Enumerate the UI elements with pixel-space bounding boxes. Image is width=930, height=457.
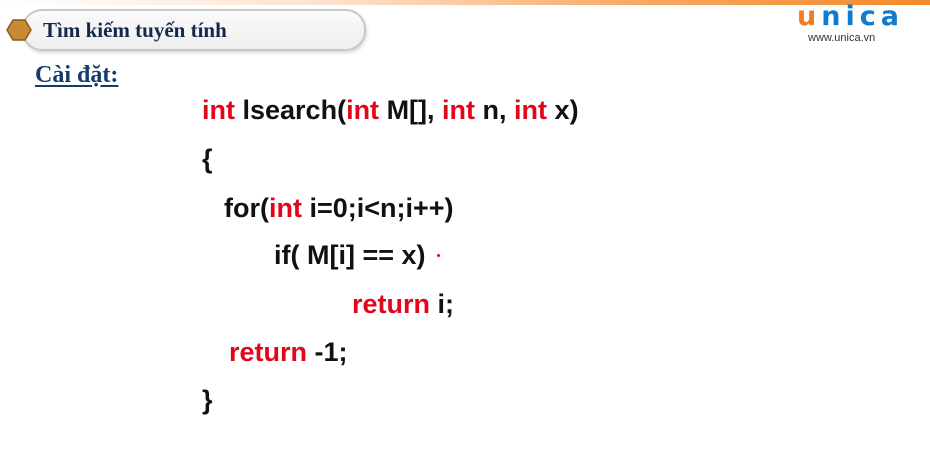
unica-logo: unica [797,1,904,32]
logo-letter-a: a [880,1,904,32]
code-text: x) [547,95,579,125]
code-text: } [202,385,213,415]
code-text: i; [430,289,455,319]
code-text: i=0;i<n;i++) [301,193,454,223]
logo-letter-n: n [821,1,846,32]
code-line: for(int i=0;i<n;i++) [224,191,454,225]
code-keyword: return [229,337,308,367]
code-text: n, [475,95,515,125]
code-keyword: int [514,95,548,125]
code-line: } [202,383,213,417]
code-text: M[], [379,95,443,125]
code-text: if( M[i] == x) [274,240,426,270]
pointer-dot [437,254,440,257]
logo-letter-c: c [859,1,881,32]
slide-title: Tìm kiếm tuyến tính [43,18,227,42]
code-keyword: int [268,193,302,223]
code-line: if( M[i] == x) [274,238,426,272]
top-accent-bar [0,0,930,5]
code-line: int lsearch(int M[], int n, int x) [202,93,579,127]
code-text: lsearch( [235,95,347,125]
code-line: return i; [352,287,454,321]
code-keyword: int [442,95,476,125]
logo-letter-i: i [845,1,860,32]
code-keyword: int [202,95,235,125]
logo-letter-u: u [797,1,822,32]
code-keyword: int [346,95,380,125]
code-keyword: return [352,289,431,319]
hexagon-icon [6,19,32,41]
logo-url: www.unica.vn [808,32,876,44]
code-line: return -1; [229,335,348,369]
code-line: { [202,142,213,176]
section-subheading: Cài đặt: [35,62,119,88]
code-text: -1; [307,337,348,367]
code-text: for( [224,193,269,223]
code-text: { [202,144,213,174]
